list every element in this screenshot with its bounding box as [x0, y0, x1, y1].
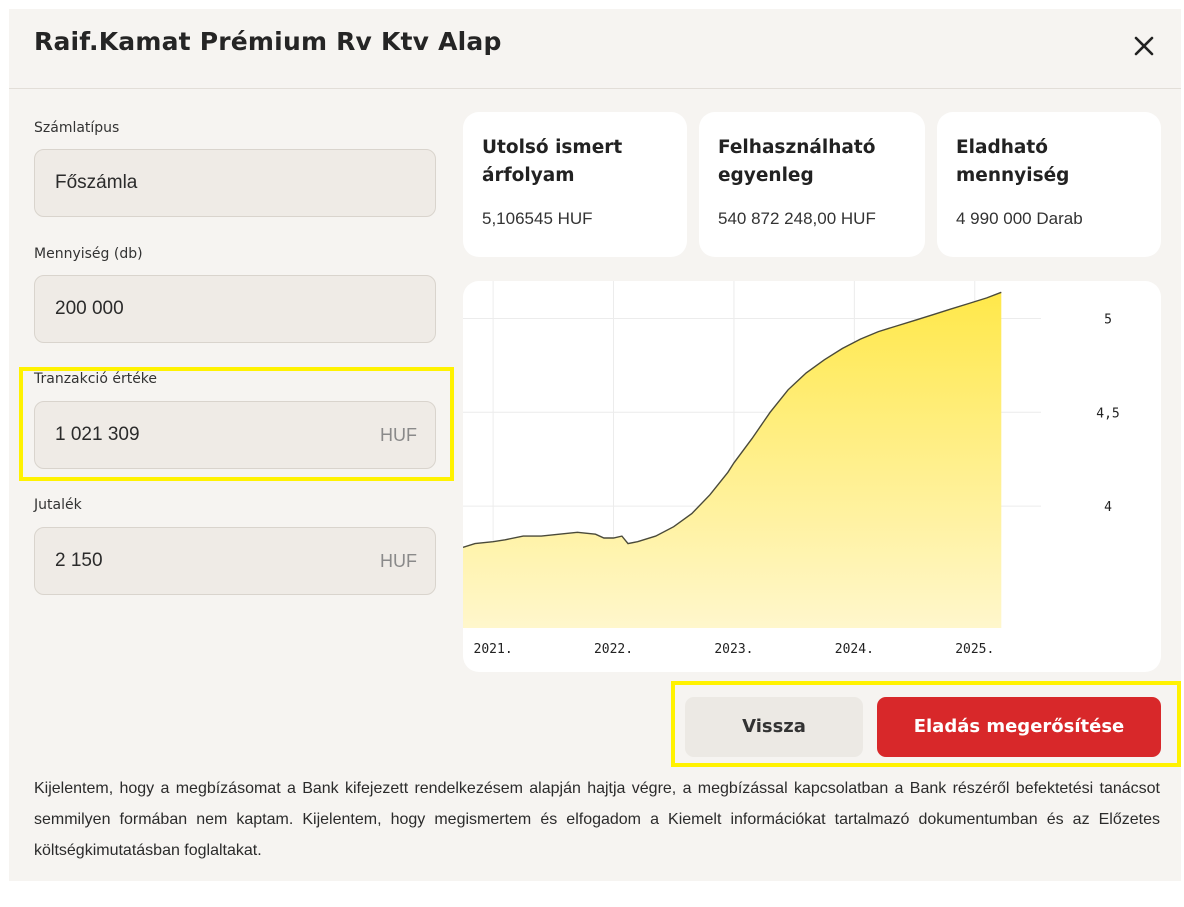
last-price-value: 5,106545 HUF: [482, 209, 593, 228]
confirm-sale-button[interactable]: Eladás megerősítése: [877, 697, 1161, 757]
commission-field: 2 150 HUF: [34, 527, 436, 595]
sell-dialog: Raif.Kamat Prémium Rv Ktv Alap Számlatíp…: [9, 9, 1181, 881]
last-price-card: Utolsó ismert árfolyam 5,106545 HUF: [463, 112, 687, 257]
x-tick-label: 2025.: [955, 642, 994, 657]
account-type-select[interactable]: Főszámla: [34, 149, 436, 217]
available-balance-value: 540 872 248,00 HUF: [718, 209, 876, 228]
commission-unit: HUF: [380, 551, 417, 571]
available-balance-title: Felhasználható egyenleg: [718, 137, 876, 186]
x-tick-label: 2024.: [835, 642, 874, 657]
account-type-label: Számlatípus: [34, 120, 120, 136]
quantity-label: Mennyiség (db): [34, 246, 143, 262]
dialog-title: Raif.Kamat Prémium Rv Ktv Alap: [34, 27, 502, 56]
close-icon[interactable]: [1129, 31, 1159, 61]
y-tick-label: 4,5: [1096, 406, 1119, 421]
last-price-title: Utolsó ismert árfolyam: [482, 137, 623, 186]
dialog-header: Raif.Kamat Prémium Rv Ktv Alap: [9, 9, 1181, 89]
y-tick-label: 5: [1104, 313, 1112, 328]
commission-amount: 2 150: [55, 550, 103, 571]
transaction-value-label: Tranzakció értéke: [34, 371, 158, 387]
back-button[interactable]: Vissza: [685, 697, 863, 757]
x-tick-label: 2022.: [594, 642, 633, 657]
quantity-input[interactable]: 200 000: [34, 275, 436, 343]
quantity-value: 200 000: [55, 298, 124, 319]
transaction-value-field: 1 021 309 HUF: [34, 401, 436, 469]
sellable-quantity-title: Eladható mennyiség: [956, 137, 1070, 186]
y-tick-label: 4: [1104, 500, 1112, 515]
disclaimer-text: Kijelentem, hogy a megbízásomat a Bank k…: [34, 780, 1160, 859]
x-tick-label: 2023.: [714, 642, 753, 657]
transaction-value-unit: HUF: [380, 425, 417, 445]
sellable-quantity-card: Eladható mennyiség 4 990 000 Darab: [937, 112, 1161, 257]
transaction-value-amount: 1 021 309: [55, 424, 140, 445]
series-area: [463, 292, 1002, 628]
x-tick-label: 2021.: [474, 642, 513, 657]
sellable-quantity-value: 4 990 000 Darab: [956, 209, 1083, 228]
price-chart: 2021. 2022. 2023. 2024. 2025. 5 4,5 4: [463, 281, 1161, 672]
available-balance-card: Felhasználható egyenleg 540 872 248,00 H…: [699, 112, 925, 257]
account-type-value: Főszámla: [55, 172, 138, 193]
price-chart-svg: 2021. 2022. 2023. 2024. 2025. 5 4,5 4: [463, 281, 1120, 657]
commission-label: Jutalék: [34, 497, 82, 513]
